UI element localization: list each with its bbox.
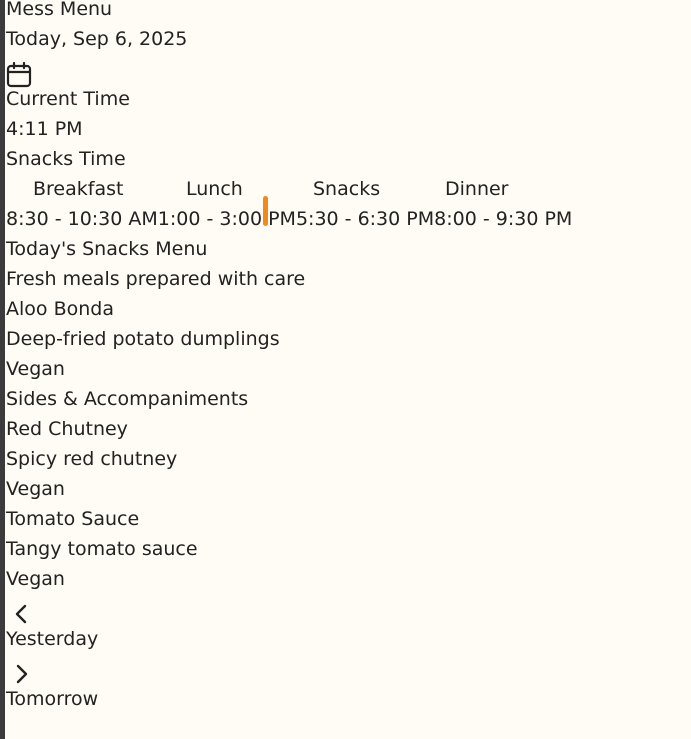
sides-title: Sides & Accompaniments — [6, 388, 249, 410]
chevron-left-icon — [6, 598, 691, 628]
meal-slot-lunch[interactable]: Lunch — [186, 178, 243, 200]
meal-slot-breakfast[interactable]: Breakfast — [33, 178, 123, 200]
side-name: Red Chutney — [6, 418, 128, 440]
current-time-marker — [263, 196, 268, 226]
current-time-label: Current Time — [6, 88, 130, 110]
previous-day-button[interactable]: Yesterday — [6, 598, 691, 658]
next-day-label: Tomorrow — [6, 688, 99, 710]
meal-timeline-times: 8:30 - 10:30 AM1:00 - 3:00 PM5:30 - 6:30… — [6, 208, 691, 238]
side-name: Tomato Sauce — [6, 508, 140, 530]
dish-tag: Vegan — [6, 358, 65, 380]
meal-time-lunch: 1:00 - 3:00 PM — [157, 208, 296, 230]
current-date: Today, Sep 6, 2025 — [6, 28, 188, 50]
dish-name: Aloo Bonda — [6, 298, 114, 320]
next-day-button[interactable]: Tomorrow — [6, 658, 691, 718]
menu-title: Today's Snacks Menu — [6, 238, 208, 260]
chevron-right-icon — [6, 658, 691, 688]
app-title: Mess Menu — [6, 0, 113, 20]
side-tag: Vegan — [6, 478, 65, 500]
previous-day-label: Yesterday — [6, 628, 99, 650]
current-time-value: 4:11 PM — [6, 118, 83, 140]
date-picker-row — [6, 58, 691, 88]
menu-subtitle: Fresh meals prepared with care — [6, 268, 306, 290]
dish-description: Deep-fried potato dumplings — [6, 328, 280, 350]
current-meal-status: Snacks Time — [6, 148, 126, 170]
main-dish-card: Aloo Bonda Deep-fried potato dumplings V… — [6, 298, 691, 388]
meal-slot-dinner[interactable]: Dinner — [445, 178, 509, 200]
mess-menu-page: Mess Menu Today, Sep 6, 2025 Current Tim… — [6, 0, 691, 718]
meal-timeline-labels: Breakfast Lunch Snacks Dinner — [6, 178, 691, 208]
side-tag: Vegan — [6, 568, 65, 590]
side-item: Tomato Sauce Tangy tomato sauce Vegan — [6, 508, 691, 598]
calendar-icon[interactable] — [6, 62, 32, 88]
meal-slot-snacks[interactable]: Snacks — [313, 178, 380, 200]
meal-time-dinner: 8:00 - 9:30 PM — [434, 208, 573, 230]
meal-time-breakfast: 8:30 - 10:30 AM — [6, 208, 158, 230]
left-edge-bar — [0, 0, 5, 739]
side-description: Spicy red chutney — [6, 448, 178, 470]
side-description: Tangy tomato sauce — [6, 538, 198, 560]
side-item: Red Chutney Spicy red chutney Vegan — [6, 418, 691, 508]
meal-time-snacks: 5:30 - 6:30 PM — [295, 208, 435, 230]
